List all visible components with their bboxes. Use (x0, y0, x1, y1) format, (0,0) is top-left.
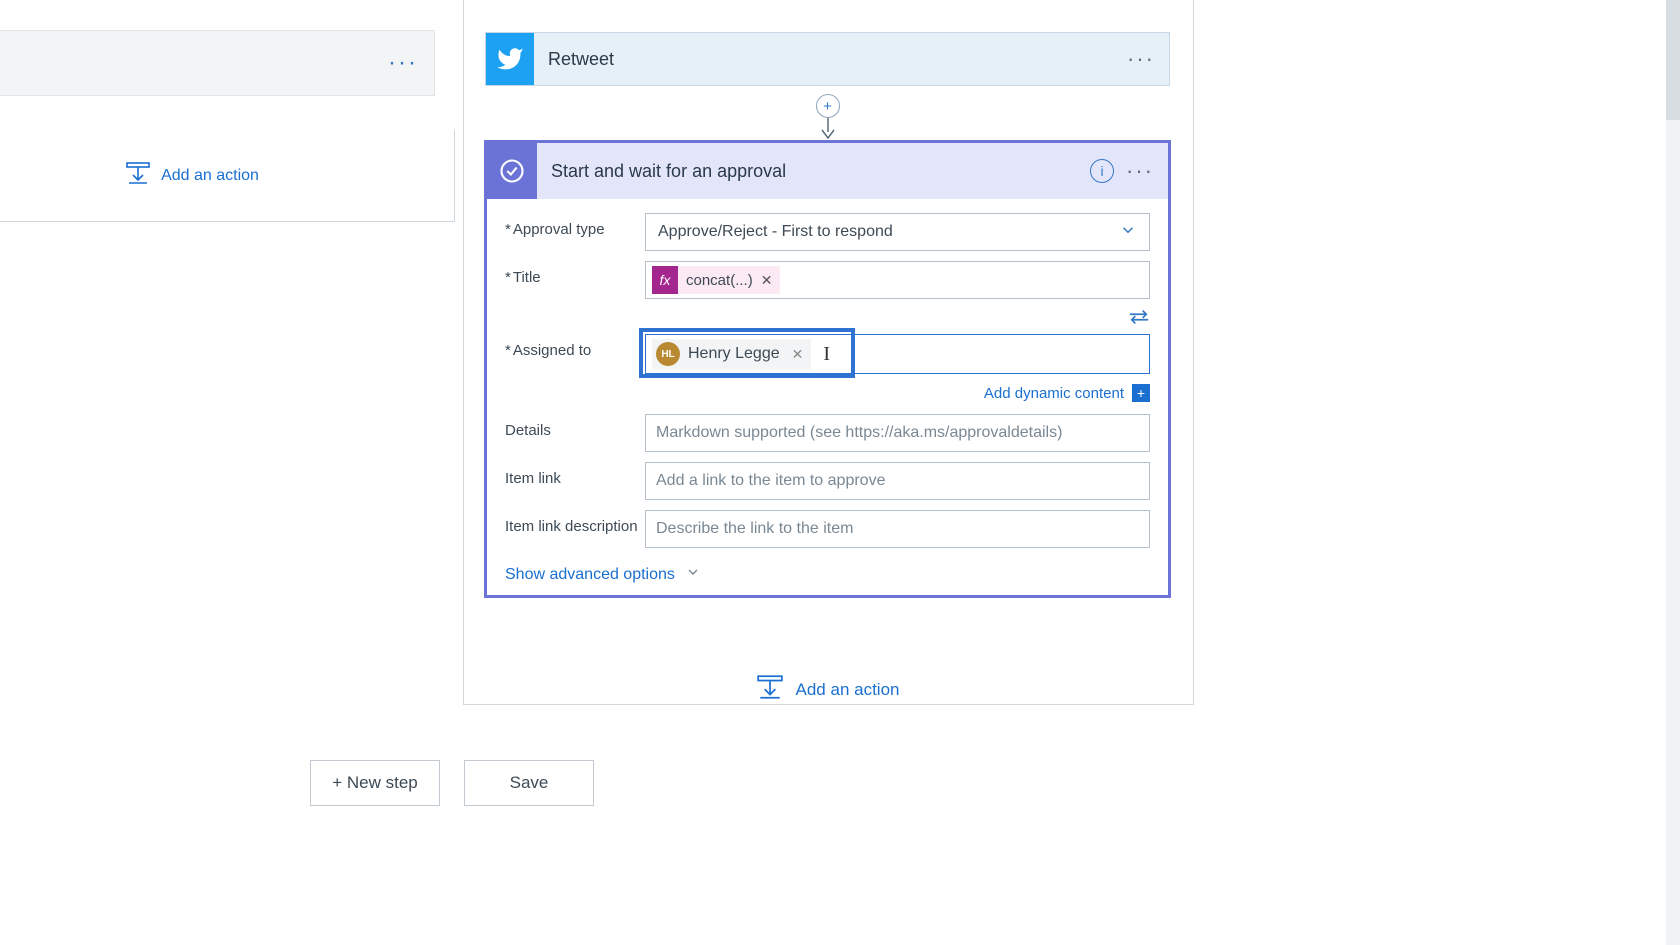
add-action-link[interactable]: Add an action (796, 680, 900, 700)
person-name: Henry Legge (688, 345, 780, 363)
chevron-down-icon (1119, 221, 1137, 244)
label-item-link: Item link (505, 462, 645, 487)
details-input[interactable]: Markdown supported (see https://aka.ms/a… (645, 414, 1150, 452)
person-chip[interactable]: HL Henry Legge ✕ (652, 339, 811, 369)
approval-title: Start and wait for an approval (551, 161, 786, 182)
insert-action-icon (125, 161, 151, 190)
remove-chip-icon[interactable]: ✕ (761, 272, 773, 289)
show-advanced-options-link[interactable]: Show advanced options (505, 564, 701, 585)
row-approval-type: *Approval type Approve/Reject - First to… (505, 213, 1150, 251)
left-add-action-area: Add an action (0, 130, 455, 222)
save-button[interactable]: Save (464, 760, 594, 806)
label-item-link-desc: Item link description (505, 510, 645, 535)
approval-menu-ellipsis[interactable]: ··· (1126, 158, 1154, 184)
label-title: *Title (505, 261, 645, 286)
item-link-desc-input[interactable]: Describe the link to the item (645, 510, 1150, 548)
new-step-button[interactable]: + New step (310, 760, 440, 806)
expression-chip[interactable]: fx concat(...) ✕ (652, 266, 780, 294)
retweet-menu-ellipsis[interactable]: ··· (1127, 46, 1155, 72)
item-link-input[interactable]: Add a link to the item to approve (645, 462, 1150, 500)
title-input[interactable]: fx concat(...) ✕ (645, 261, 1150, 299)
add-action-area: Add an action (465, 674, 1190, 705)
approval-type-select[interactable]: Approve/Reject - First to respond (645, 213, 1150, 251)
label-details: Details (505, 414, 645, 439)
label-assigned-to: *Assigned to (505, 334, 645, 359)
fx-icon: fx (652, 266, 678, 294)
text-cursor-icon: I (823, 343, 830, 366)
chevron-down-icon (685, 564, 701, 585)
approval-icon (487, 143, 537, 199)
approval-type-value: Approve/Reject - First to respond (658, 223, 893, 241)
scrollbar[interactable] (1445, 0, 1680, 945)
info-icon[interactable]: i (1090, 159, 1114, 183)
assigned-to-input[interactable]: HL Henry Legge ✕ I (645, 334, 1150, 374)
label-approval-type: *Approval type (505, 213, 645, 238)
avatar: HL (656, 342, 680, 366)
expression-text: concat(...) (678, 272, 761, 289)
approval-header[interactable]: Start and wait for an approval i ··· (487, 143, 1168, 199)
retweet-title: Retweet (548, 49, 614, 70)
row-item-link-desc: Item link description Describe the link … (505, 510, 1150, 548)
connector: + (465, 86, 1190, 140)
row-details: Details Markdown supported (see https://… (505, 414, 1150, 452)
footer-buttons: + New step Save (310, 760, 594, 806)
swap-mode-icon[interactable] (1128, 309, 1150, 330)
dynamic-content-plus-icon[interactable]: + (1132, 384, 1150, 402)
left-collapsed-card: ··· (0, 30, 435, 96)
card-menu-ellipsis[interactable]: ··· (388, 49, 418, 77)
add-dynamic-content-link[interactable]: Add dynamic content (984, 385, 1124, 402)
row-title: *Title fx concat(...) ✕ (505, 261, 1150, 299)
retweet-card[interactable]: Retweet ··· (485, 32, 1170, 86)
remove-person-icon[interactable]: ✕ (792, 346, 804, 363)
row-assigned-to: *Assigned to HL Henry Legge ✕ I (505, 334, 1150, 374)
approval-body: *Approval type Approve/Reject - First to… (487, 199, 1168, 595)
add-step-plus-icon[interactable]: + (816, 94, 840, 118)
insert-action-icon (756, 674, 784, 705)
approval-card: Start and wait for an approval i ··· *Ap… (484, 140, 1171, 598)
twitter-icon (486, 33, 534, 85)
add-action-link-left[interactable]: Add an action (161, 167, 259, 185)
row-item-link: Item link Add a link to the item to appr… (505, 462, 1150, 500)
